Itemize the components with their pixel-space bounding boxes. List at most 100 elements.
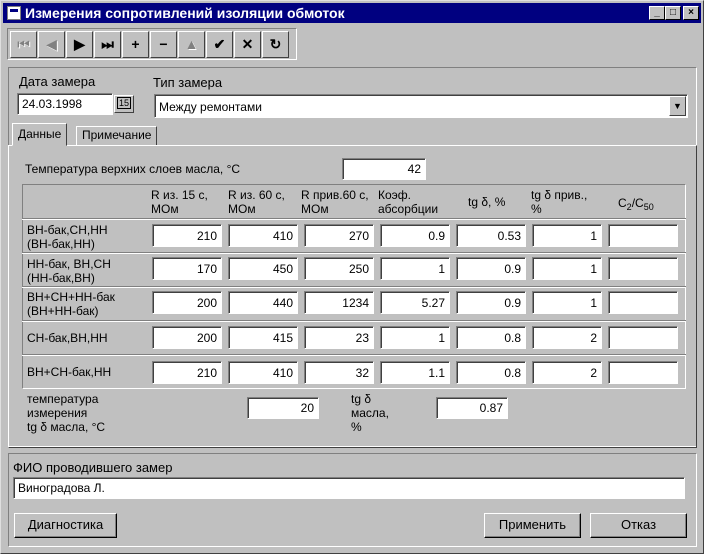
grid-cell[interactable]: 1.1 (380, 361, 450, 384)
date-value: 24.03.1998 (22, 97, 83, 111)
grid-cell[interactable]: 1 (532, 224, 602, 247)
title-bar[interactable]: Измерения сопротивлений изоляции обмоток… (3, 3, 701, 23)
edit-record-button[interactable]: ▲ (178, 31, 205, 58)
grid-cell[interactable] (608, 291, 678, 314)
delete-record-button[interactable]: − (150, 31, 177, 58)
cancel-edit-button[interactable]: ✕ (234, 31, 261, 58)
grid-cell[interactable] (608, 361, 678, 384)
grid-cell[interactable]: 0.9 (456, 257, 526, 280)
grid-cell[interactable]: 0.8 (456, 326, 526, 349)
first-record-button[interactable]: ⏮ (10, 31, 37, 58)
grid-cell[interactable]: 210 (152, 361, 222, 384)
tg-oil-value: 0.87 (479, 401, 503, 415)
grid-divider (22, 252, 686, 254)
prior-record-button[interactable]: ◀ (38, 31, 65, 58)
tg-oil-field[interactable]: 0.87 (436, 397, 508, 419)
calendar-button[interactable]: 15 (114, 95, 134, 113)
column-header-tg: tg δ, % (468, 195, 506, 209)
person-value: Виноградова Л. (18, 481, 105, 495)
grid-divider (22, 354, 686, 356)
oil-temp-value: 42 (407, 162, 421, 176)
maximize-button[interactable]: □ (665, 6, 681, 20)
close-icon: × (688, 7, 694, 18)
grid-cell[interactable]: 210 (152, 224, 222, 247)
minimize-button[interactable]: _ (649, 6, 665, 20)
tab-data[interactable]: Данные (12, 123, 68, 146)
grid-cell[interactable] (608, 224, 678, 247)
chevron-down-icon: ▼ (673, 101, 682, 111)
grid-cell[interactable]: 2 (532, 361, 602, 384)
tg-oil-label: tg δ масла,% (351, 392, 389, 434)
next-record-icon: ▶ (74, 36, 85, 52)
row-label: ВН+СН+НН-бак (ВН+НН-бак) (27, 290, 115, 318)
grid-cell[interactable]: 23 (304, 326, 374, 349)
date-field[interactable]: 24.03.1998 (17, 93, 113, 115)
close-button[interactable]: × (683, 6, 699, 20)
db-navigator: ⏮ ◀ ▶ ⏭ + − ▲ ✔ ✕ ↻ (7, 28, 297, 60)
grid-cell[interactable] (608, 326, 678, 349)
row-label: НН-бак, ВН,СН (НН-бак,ВН) (27, 257, 111, 285)
grid-divider (22, 286, 686, 288)
calendar-icon: 15 (116, 97, 131, 109)
last-record-button[interactable]: ⏭ (94, 31, 121, 58)
apply-button[interactable]: Применить (484, 513, 581, 538)
grid-cell[interactable]: 170 (152, 257, 222, 280)
grid-cell[interactable]: 1234 (304, 291, 374, 314)
tg-temp-value: 20 (300, 401, 314, 415)
date-label: Дата замера (19, 74, 96, 89)
next-record-button[interactable]: ▶ (66, 31, 93, 58)
type-label: Тип замера (153, 75, 223, 90)
grid-cell[interactable]: 250 (304, 257, 374, 280)
insert-record-button[interactable]: + (122, 31, 149, 58)
edit-record-icon: ▲ (184, 36, 199, 52)
person-field[interactable]: Виноградова Л. (13, 477, 685, 499)
grid-cell[interactable]: 0.9 (456, 291, 526, 314)
column-header-tg-reduced: tg δ прив.,% (531, 188, 588, 216)
grid-cell[interactable]: 440 (228, 291, 298, 314)
grid-cell[interactable]: 5.27 (380, 291, 450, 314)
prior-record-icon: ◀ (46, 36, 57, 52)
post-record-button[interactable]: ✔ (206, 31, 233, 58)
refresh-icon: ↻ (269, 36, 282, 52)
delete-record-icon: − (159, 36, 168, 52)
grid-cell[interactable]: 415 (228, 326, 298, 349)
refresh-button[interactable]: ↻ (262, 31, 289, 58)
row-label: ВН-бак,СН,НН (ВН-бак,НН) (27, 223, 108, 251)
grid-cell[interactable]: 32 (304, 361, 374, 384)
grid-cell[interactable]: 2 (532, 326, 602, 349)
window-title: Измерения сопротивлений изоляции обмоток (25, 5, 345, 21)
grid-cell[interactable]: 410 (228, 224, 298, 247)
measurement-dialog: Измерения сопротивлений изоляции обмоток… (0, 0, 704, 554)
grid-cell[interactable]: 0.53 (456, 224, 526, 247)
tg-temp-label: температура измерения tg δ масла, °C (27, 392, 106, 434)
grid-cell[interactable]: 0.9 (380, 224, 450, 247)
diagnostics-button[interactable]: Диагностика (14, 513, 117, 538)
grid-cell[interactable]: 1 (380, 257, 450, 280)
grid-cell[interactable]: 200 (152, 291, 222, 314)
grid-cell[interactable]: 0.8 (456, 361, 526, 384)
measurement-type-dropdown-button[interactable]: ▼ (669, 96, 686, 116)
row-label: СН-бак,ВН,НН (27, 331, 108, 345)
grid-cell[interactable]: 410 (228, 361, 298, 384)
cancel-edit-icon: ✕ (241, 36, 254, 52)
tab-notes[interactable]: Примечание (76, 126, 158, 145)
grid-cell[interactable] (608, 257, 678, 280)
column-header-r60-reduced: R прив.60 с, МОм (301, 188, 369, 216)
cancel-button[interactable]: Отказ (590, 513, 687, 538)
grid-cell[interactable]: 450 (228, 257, 298, 280)
column-header-r15: R из. 15 с, МОм (151, 188, 208, 216)
grid-cell[interactable]: 270 (304, 224, 374, 247)
grid-cell[interactable]: 1 (532, 291, 602, 314)
measurement-type-select[interactable]: Между ремонтами (154, 94, 688, 118)
tg-temp-field[interactable]: 20 (247, 397, 319, 419)
tab-data-label: Данные (18, 127, 62, 141)
grid-cell[interactable]: 1 (380, 326, 450, 349)
window-icon (7, 6, 21, 20)
oil-temp-field[interactable]: 42 (342, 158, 426, 180)
maximize-icon: □ (669, 7, 677, 18)
grid-cell[interactable]: 1 (532, 257, 602, 280)
post-record-icon: ✔ (213, 36, 226, 52)
grid-cell[interactable]: 200 (152, 326, 222, 349)
column-header-absorption: Коэф. абсорбции (378, 188, 439, 216)
last-record-icon: ⏭ (101, 36, 114, 52)
